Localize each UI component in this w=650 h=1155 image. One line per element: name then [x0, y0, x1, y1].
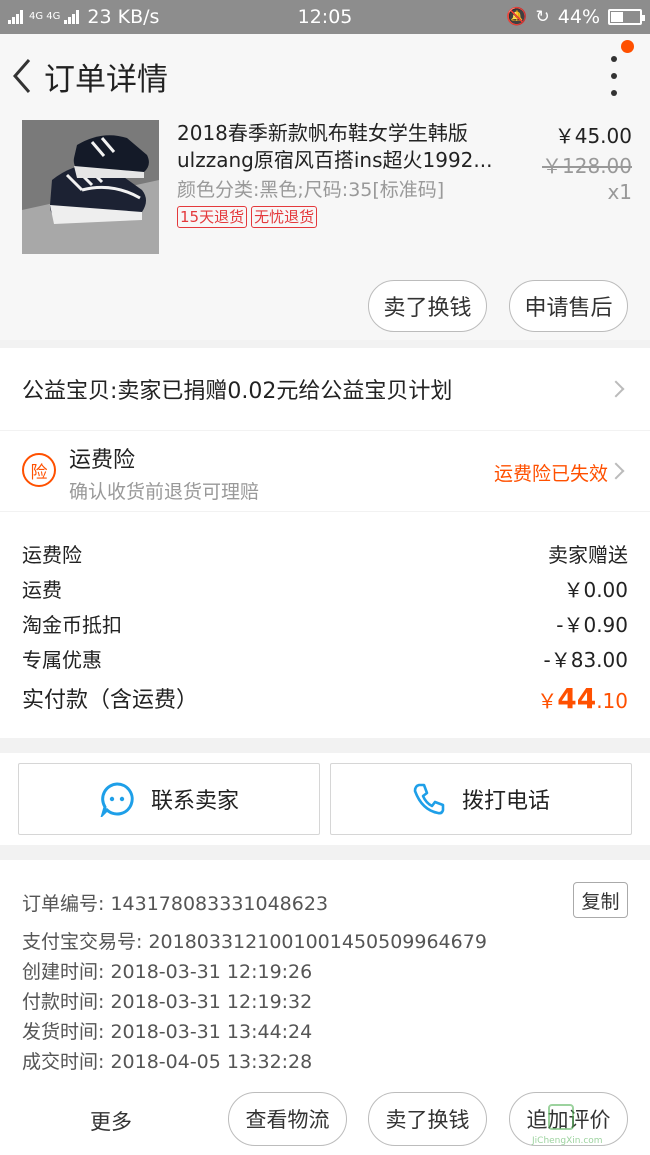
bottom-action-bar: 更多 查看物流 卖了换钱 追加评价 JiChengXin.com: [0, 1082, 650, 1155]
more-menu-icon[interactable]: [604, 56, 624, 96]
call-phone-label: 拨打电话: [461, 789, 550, 814]
fee-row: 专属优惠 -￥83.00: [22, 643, 628, 673]
paid-time: 付款时间: 2018-03-31 12:19:32: [22, 991, 313, 1013]
created-time: 创建时间: 2018-03-31 12:19:26: [22, 961, 313, 983]
fee-row: 运费 ￥0.00: [22, 573, 628, 603]
after-sale-button[interactable]: 申请售后: [509, 280, 628, 332]
signal-icon: [8, 10, 23, 24]
product-card[interactable]: 2018春季新款帆布鞋女学生韩版 ulzzang原宿风百搭ins超火1992..…: [0, 118, 650, 340]
more-link[interactable]: 更多: [90, 1106, 132, 1136]
tag-worry-free-return: 无忧退货: [251, 206, 318, 228]
copy-button[interactable]: 复制: [573, 882, 628, 918]
network-speed: 23 KB/s: [87, 6, 160, 28]
fee-value: ￥0.00: [563, 577, 628, 602]
page-title: 订单详情: [44, 61, 168, 98]
rotation-lock-icon: ↻: [535, 7, 550, 27]
total-row: 实付款（含运费） ￥44.10: [22, 680, 628, 716]
chevron-left-icon: [13, 59, 31, 93]
charity-row[interactable]: 公益宝贝:卖家已捐赠0.02元给公益宝贝计划: [0, 348, 650, 430]
shipping-insurance-row[interactable]: 险 运费险 确认收货前退货可理赔 运费险已失效: [0, 431, 650, 511]
contact-seller-button[interactable]: 联系卖家: [18, 763, 320, 835]
charity-text: 公益宝贝:卖家已捐赠0.02元给公益宝贝计划: [22, 379, 453, 404]
sell-button-bottom[interactable]: 卖了换钱: [368, 1092, 487, 1146]
product-name-line2: ulzzang原宿风百搭ins超火1992...: [177, 148, 493, 172]
fee-row: 运费险 卖家赠送: [22, 538, 628, 568]
total-decimal: .10: [596, 688, 628, 713]
product-name[interactable]: 2018春季新款帆布鞋女学生韩版 ulzzang原宿风百搭ins超火1992..…: [177, 120, 507, 174]
notification-dot: [621, 40, 634, 53]
fee-value: -￥83.00: [543, 647, 628, 672]
chevron-right-icon: [607, 462, 625, 480]
network-type: 4G 4G: [29, 11, 61, 22]
order-number: 订单编号: 143178083331048623: [22, 893, 329, 915]
total-integer: 44: [557, 681, 597, 715]
chevron-right-icon: [607, 380, 625, 398]
shipped-time: 发货时间: 2018-03-31 13:44:24: [22, 1021, 313, 1043]
product-image[interactable]: [22, 120, 159, 254]
fee-summary: 运费险 卖家赠送 运费 ￥0.00 淘金币抵扣 -￥0.90 专属优惠 -￥83…: [0, 512, 650, 738]
battery-fill: [611, 12, 624, 22]
product-price: ￥45.00: [554, 124, 632, 148]
alipay-trade-number: 支付宝交易号: 2018033121001001450509964679: [22, 931, 487, 953]
signal-icon-2: [64, 10, 80, 24]
completed-time: 成交时间: 2018-04-05 13:32:28: [22, 1051, 313, 1073]
view-logistics-button[interactable]: 查看物流: [228, 1092, 347, 1146]
fee-label: 专属优惠: [22, 647, 102, 672]
order-info: 订单编号: 143178083331048623 复制 支付宝交易号: 2018…: [0, 860, 650, 1082]
original-price: ￥128.00: [542, 154, 632, 178]
contact-seller-label: 联系卖家: [150, 789, 239, 814]
call-phone-button[interactable]: 拨打电话: [330, 763, 632, 835]
tag-15-day-return: 15天退货: [177, 206, 248, 228]
fee-value: 卖家赠送: [548, 542, 628, 567]
total-amount: ￥44.10: [537, 682, 628, 715]
sneaker-image: [22, 120, 159, 254]
product-name-line1: 2018春季新款帆布鞋女学生韩版: [177, 121, 468, 145]
chat-icon: [100, 782, 134, 817]
insurance-status: 运费险已失效: [493, 463, 608, 485]
fee-row: 淘金币抵扣 -￥0.90: [22, 608, 628, 638]
currency-symbol: ￥: [537, 688, 558, 713]
fee-label: 运费险: [22, 542, 82, 567]
fee-value: -￥0.90: [556, 612, 628, 637]
product-quantity: x1: [607, 180, 632, 204]
fee-label: 运费: [22, 577, 62, 602]
insurance-icon: 险: [22, 453, 56, 487]
fee-label: 淘金币抵扣: [22, 612, 122, 637]
status-bar: 4G 4G 23 KB/s 12:05 🔕 ↻ 44%: [0, 0, 650, 34]
battery-icon: [608, 9, 645, 25]
sell-button[interactable]: 卖了换钱: [368, 280, 487, 332]
phone-icon: [413, 783, 445, 815]
battery-percent: 44%: [557, 6, 600, 28]
total-label: 实付款（含运费）: [22, 688, 199, 713]
mute-icon: 🔕: [506, 7, 528, 27]
product-spec: 颜色分类:黑色;尺码:35[标准码]: [177, 179, 445, 201]
insurance-title: 运费险: [69, 448, 136, 473]
insurance-subtitle: 确认收货前退货可理赔: [69, 481, 260, 503]
service-tags: 15天退货 无忧退货: [177, 206, 318, 228]
back-button[interactable]: [0, 46, 44, 106]
contact-section: 联系卖家 拨打电话: [0, 753, 650, 845]
header: 订单详情: [0, 34, 650, 118]
add-review-button[interactable]: 追加评价: [509, 1092, 628, 1146]
